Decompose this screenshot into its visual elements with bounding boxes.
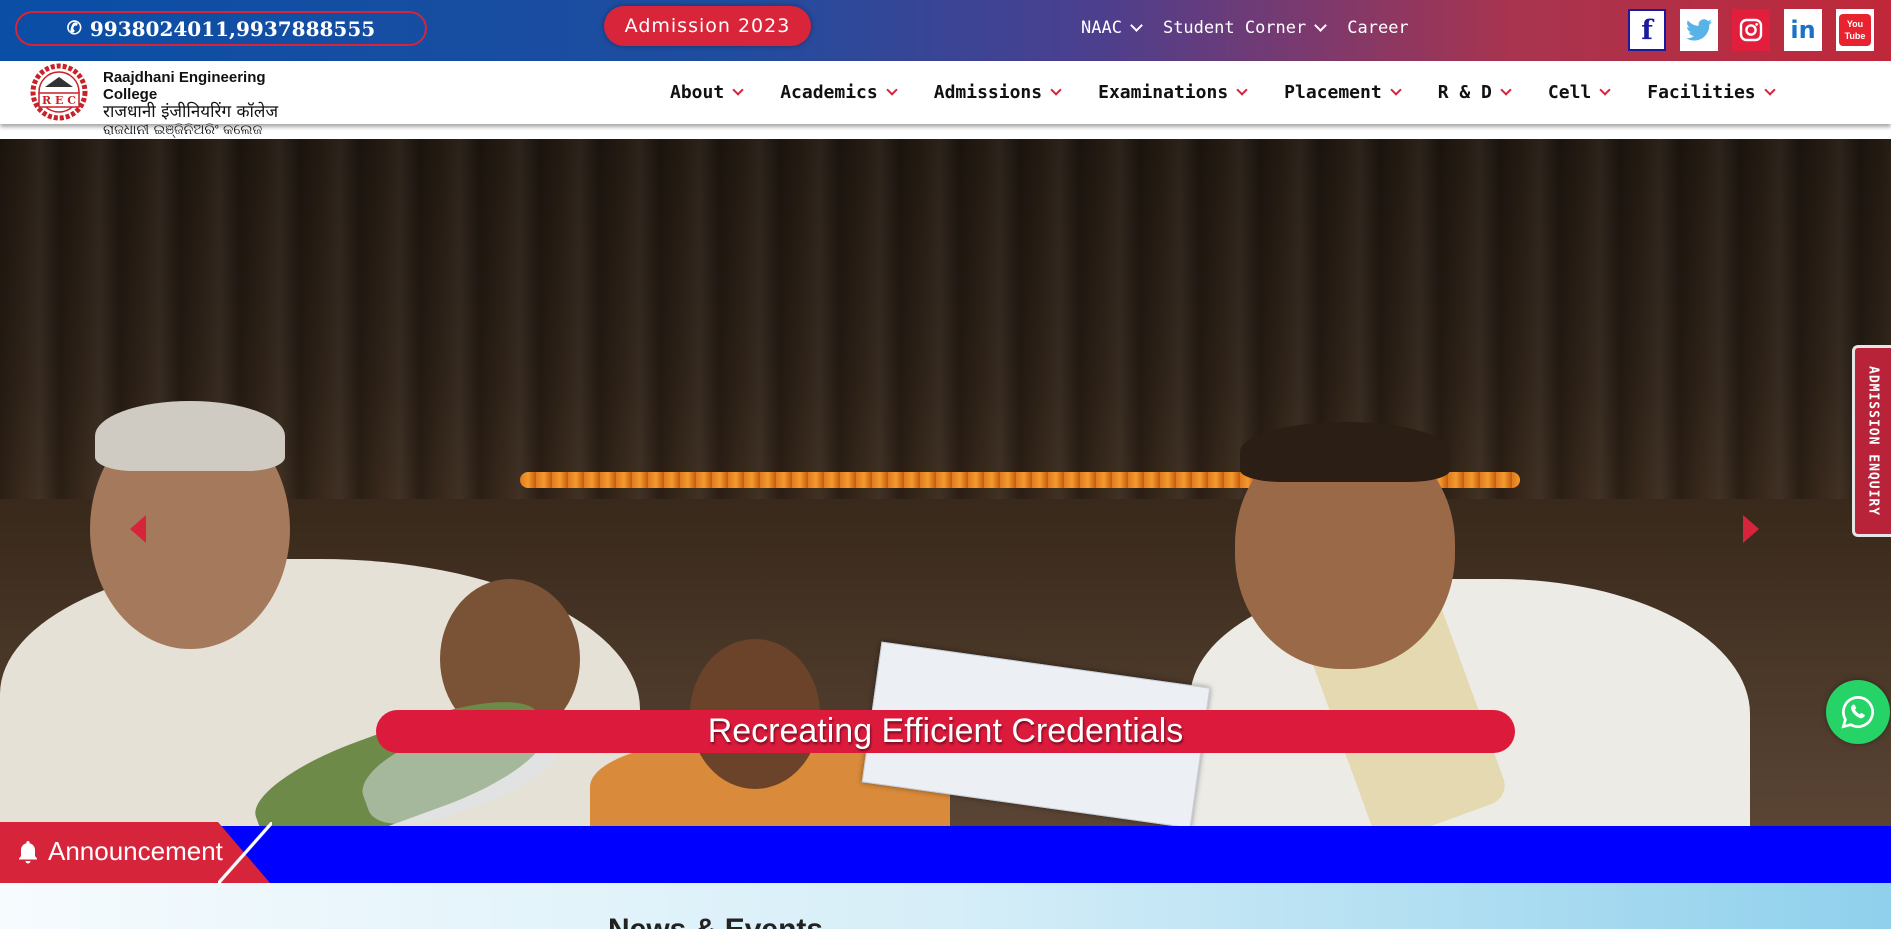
chevron-down-icon bbox=[1050, 84, 1062, 96]
news-events-title: News & Events bbox=[608, 913, 823, 929]
chevron-down-icon bbox=[1314, 19, 1328, 32]
person-left-hair bbox=[95, 401, 285, 471]
nav-item-placement[interactable]: Placement bbox=[1284, 82, 1402, 103]
chevron-down-icon bbox=[1763, 84, 1776, 96]
linkedin-icon[interactable]: in bbox=[1784, 9, 1822, 51]
top-links: NAAC Student Corner Career bbox=[1081, 18, 1409, 38]
youtube-icon[interactable]: You Tube bbox=[1836, 9, 1874, 51]
logo-english-name: Raajdhani Engineering College bbox=[103, 69, 266, 103]
twitter-icon[interactable] bbox=[1680, 9, 1718, 51]
top-bar: ✆ 9938024011,9937888555 Admission 2023 N… bbox=[0, 0, 1891, 61]
chevron-down-icon bbox=[1390, 84, 1402, 96]
admission-enquiry-tab[interactable]: ADMISSION ENQUIRY bbox=[1852, 345, 1891, 537]
phone-icon: ✆ bbox=[66, 18, 82, 39]
slide-caption-text: Recreating Efficient Credentials bbox=[707, 712, 1184, 750]
announcement-ticker bbox=[0, 826, 1891, 883]
news-section: News & Events bbox=[0, 883, 1891, 929]
svg-text:Tube: Tube bbox=[1845, 31, 1866, 41]
hero-slider: Recreating Efficient Credentials bbox=[0, 139, 1891, 826]
announcement-heading: Announcement bbox=[16, 836, 223, 867]
chevron-down-icon bbox=[1130, 19, 1143, 32]
main-header: R E C Raajdhani Engineering College राजध… bbox=[0, 61, 1891, 138]
admission-label: Admission 2023 bbox=[624, 15, 791, 37]
admission-enquiry-label: ADMISSION ENQUIRY bbox=[1865, 365, 1881, 517]
nav-item-examinations[interactable]: Examinations bbox=[1098, 82, 1248, 103]
top-link-student-corner[interactable]: Student Corner bbox=[1162, 18, 1328, 38]
nav-item-label: Cell bbox=[1547, 82, 1592, 103]
slider-next-arrow-icon[interactable] bbox=[1743, 515, 1759, 543]
slide-caption: Recreating Efficient Credentials bbox=[376, 710, 1515, 753]
admission-button[interactable]: Admission 2023 bbox=[604, 6, 811, 46]
nav-item-label: Facilities bbox=[1647, 82, 1756, 103]
college-logo[interactable]: R E C Raajdhani Engineering College राजध… bbox=[15, 63, 315, 138]
nav-item-cell[interactable]: Cell bbox=[1547, 82, 1611, 103]
top-link-label: NAAC bbox=[1081, 18, 1122, 38]
svg-text:You: You bbox=[1847, 19, 1863, 29]
logo-odia-name: ରାଜଧାନୀ ଇଞ୍ଜିନିଅରିଂ କଲେଜ bbox=[103, 122, 263, 138]
top-link-label: Student Corner bbox=[1162, 18, 1307, 38]
nav-item-label: Academics bbox=[780, 82, 878, 103]
person-right-hair bbox=[1240, 422, 1450, 482]
slider-prev-arrow-icon[interactable] bbox=[130, 515, 146, 543]
social-links: f in You Tube bbox=[1628, 9, 1874, 51]
nav-item-about[interactable]: About bbox=[670, 82, 744, 103]
nav-item-admissions[interactable]: Admissions bbox=[933, 82, 1062, 103]
phone-number: 9938024011,9937888555 bbox=[89, 16, 376, 41]
top-link-label: Career bbox=[1347, 18, 1409, 38]
chevron-down-icon bbox=[1599, 84, 1611, 96]
rec-emblem-icon: R E C bbox=[30, 63, 88, 121]
announcement-label: Announcement bbox=[48, 836, 223, 866]
instagram-icon[interactable] bbox=[1732, 9, 1770, 51]
whatsapp-button[interactable] bbox=[1826, 680, 1890, 744]
nav-item-label: Examinations bbox=[1098, 82, 1229, 103]
bell-icon bbox=[19, 840, 37, 863]
chevron-down-icon bbox=[1236, 84, 1248, 96]
nav-item-academics[interactable]: Academics bbox=[780, 82, 898, 103]
nav-item-r-and-d[interactable]: R & D bbox=[1437, 82, 1512, 103]
nav-item-label: R & D bbox=[1437, 82, 1492, 103]
nav-item-label: Placement bbox=[1284, 82, 1382, 103]
logo-hindi-name: राजधानी इंजीनियरिंग कॉलेज bbox=[103, 102, 279, 122]
nav-item-label: Admissions bbox=[933, 82, 1043, 103]
top-link-career[interactable]: Career bbox=[1347, 18, 1408, 38]
svg-text:R E C: R E C bbox=[42, 94, 76, 107]
logo-text: Raajdhani Engineering College राजधानी इं… bbox=[103, 69, 315, 138]
nav-item-label: About bbox=[670, 82, 725, 103]
chevron-down-icon bbox=[886, 84, 898, 96]
chevron-down-icon bbox=[732, 84, 744, 96]
announcement-divider bbox=[218, 822, 272, 883]
top-link-naac[interactable]: NAAC bbox=[1081, 18, 1143, 38]
phone-contact[interactable]: ✆ 9938024011,9937888555 bbox=[15, 11, 427, 46]
main-nav: About Academics Admissions Examinations … bbox=[670, 82, 1776, 103]
chevron-down-icon bbox=[1500, 84, 1512, 96]
nav-item-facilities[interactable]: Facilities bbox=[1647, 82, 1776, 103]
whatsapp-icon bbox=[1841, 696, 1874, 729]
facebook-icon[interactable]: f bbox=[1628, 9, 1666, 51]
